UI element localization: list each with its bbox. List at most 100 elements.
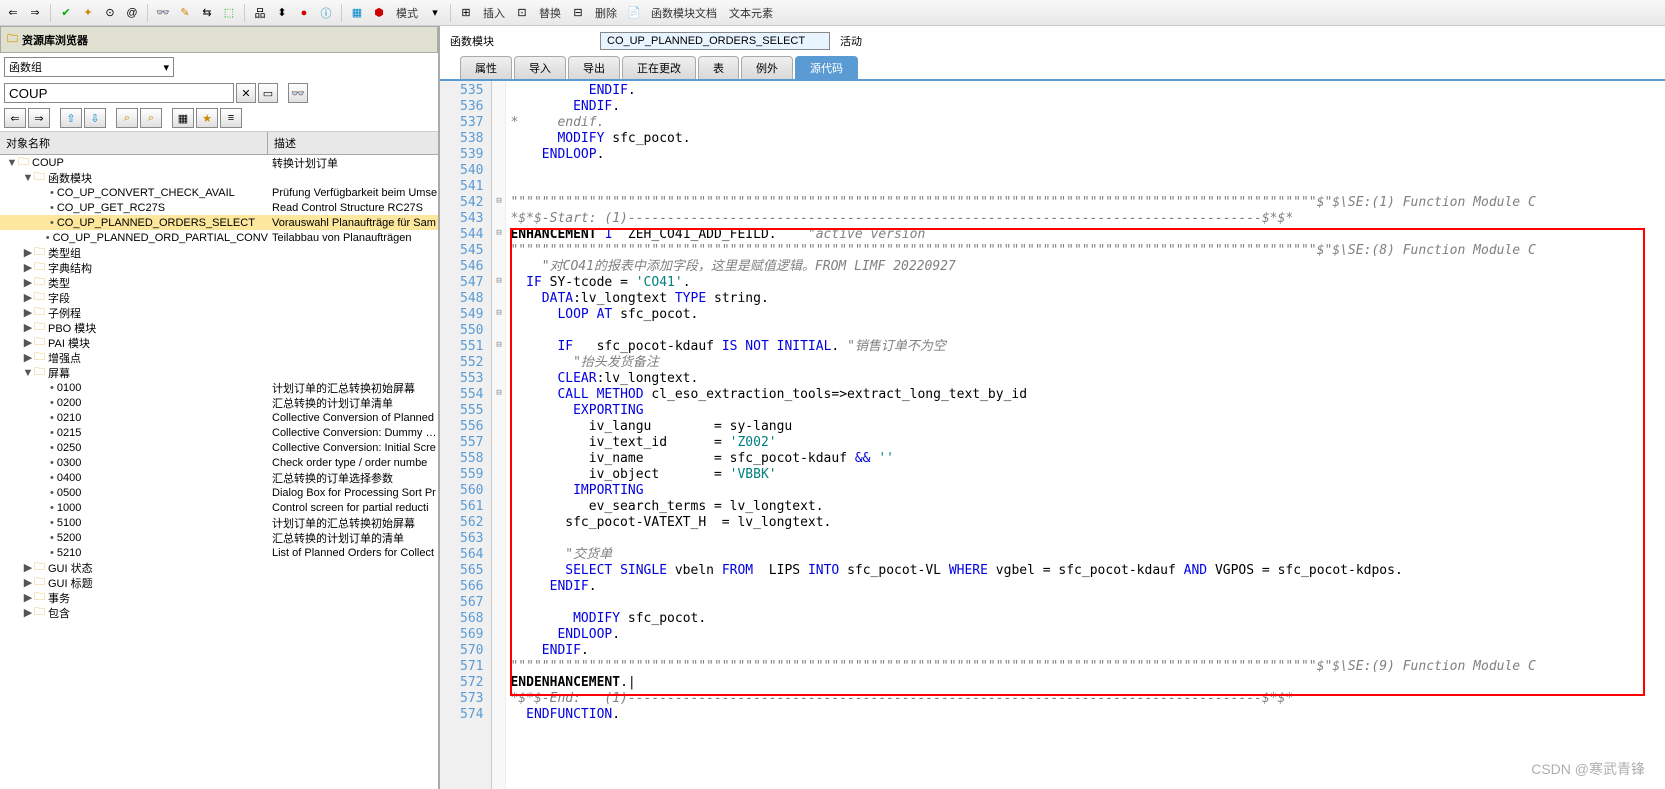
fold-mark[interactable] [492, 321, 505, 337]
code-line[interactable]: * endif. [510, 115, 1665, 131]
fold-mark[interactable] [492, 545, 505, 561]
fold-mark[interactable] [492, 81, 505, 97]
fold-mark[interactable] [492, 609, 505, 625]
tab-0[interactable]: 属性 [460, 56, 512, 79]
expand-icon[interactable]: ▼ [6, 157, 18, 169]
fold-mark[interactable]: ⊟ [492, 225, 505, 241]
search-help-icon[interactable]: ▭ [258, 83, 278, 103]
code-line[interactable]: """"""""""""""""""""""""""""""""""""""""… [510, 195, 1665, 211]
tree-row[interactable]: ▼🗀函数模块 [0, 170, 438, 185]
tree-row[interactable]: •5100计划订单的汇总转换初始屏幕 [0, 515, 438, 530]
tree-row[interactable]: •5200汇总转换的计划订单的清单 [0, 530, 438, 545]
code-line[interactable]: sfc_pocot-VATEXT_H = lv_longtext. [510, 515, 1665, 531]
code-line[interactable] [510, 595, 1665, 611]
fold-column[interactable]: ⊟⊟⊟⊟⊟⊟ [492, 81, 506, 789]
display-obj-icon[interactable]: 👓 [288, 83, 308, 103]
tree-row[interactable]: •0200汇总转换的计划订单清单 [0, 395, 438, 410]
code-line[interactable]: ENDIF. [510, 579, 1665, 595]
code-editor[interactable]: 5355365375385395405415425435445455465475… [440, 81, 1665, 789]
fold-mark[interactable] [492, 401, 505, 417]
fold-mark[interactable] [492, 593, 505, 609]
code-line[interactable]: MODIFY sfc_pocot. [510, 131, 1665, 147]
code-line[interactable]: MODIFY sfc_pocot. [510, 611, 1665, 627]
fold-mark[interactable] [492, 625, 505, 641]
fold-mark[interactable] [492, 465, 505, 481]
code-line[interactable]: ENHANCEMENT 1 ZEH_CO41_ADD_FEILD. "activ… [510, 227, 1665, 243]
code-line[interactable]: IF sfc_pocot-kdauf IS NOT INITIAL. "销售订单… [510, 339, 1665, 355]
mode-label[interactable]: 模式 [392, 5, 422, 21]
code-line[interactable]: iv_object = 'VBBK' [510, 467, 1665, 483]
delete-icon[interactable]: ⊟ [569, 4, 587, 22]
replace-icon[interactable]: ⊡ [513, 4, 531, 22]
toggle-icon[interactable]: 品 [251, 4, 269, 22]
tab-2[interactable]: 导出 [568, 56, 620, 79]
tree-refresh-icon[interactable]: ▦ [172, 108, 194, 128]
fold-mark[interactable]: ⊟ [492, 193, 505, 209]
expand-icon[interactable]: ▼ [22, 367, 34, 379]
code-line[interactable]: ENDIF. [510, 643, 1665, 659]
fold-mark[interactable] [492, 209, 505, 225]
delete-label[interactable]: 删除 [591, 5, 621, 21]
code-line[interactable]: IMPORTING [510, 483, 1665, 499]
code-line[interactable] [510, 323, 1665, 339]
enhance-icon[interactable]: ⬚ [220, 4, 238, 22]
fold-mark[interactable] [492, 129, 505, 145]
fold-mark[interactable] [492, 529, 505, 545]
tree-row[interactable]: ▼🗀屏幕 [0, 365, 438, 380]
tree-fwd-icon[interactable]: ⇒ [28, 108, 50, 128]
tree-row[interactable]: •0300Check order type / order numbe [0, 455, 438, 470]
tree-down-icon[interactable]: ⇩ [84, 108, 106, 128]
fold-mark[interactable] [492, 449, 505, 465]
fold-mark[interactable] [492, 513, 505, 529]
code-line[interactable]: CLEAR:lv_longtext. [510, 371, 1665, 387]
fold-mark[interactable] [492, 689, 505, 705]
tree-back-icon[interactable]: ⇐ [4, 108, 26, 128]
tree-find-icon[interactable]: ⌕ [116, 108, 138, 128]
code-line[interactable]: "对CO41的报表中添加字段，这里是赋值逻辑。FROM LIMF 2022092… [510, 259, 1665, 275]
tab-6[interactable]: 源代码 [795, 56, 858, 79]
fold-mark[interactable] [492, 97, 505, 113]
fold-mark[interactable] [492, 577, 505, 593]
fold-mark[interactable]: ⊟ [492, 385, 505, 401]
fndoc-label[interactable]: 函数模块文档 [647, 5, 721, 21]
object-type-select[interactable]: 函数组 ▾ [4, 57, 174, 77]
tree-row[interactable]: •0500Dialog Box for Processing Sort Pr [0, 485, 438, 500]
code-line[interactable]: "交货单 [510, 547, 1665, 563]
tree-findnext-icon[interactable]: ⌕ [140, 108, 162, 128]
fold-mark[interactable] [492, 641, 505, 657]
fold-mark[interactable] [492, 177, 505, 193]
fold-mark[interactable] [492, 257, 505, 273]
fold-mark[interactable] [492, 673, 505, 689]
code-line[interactable]: ENDLOOP. [510, 627, 1665, 643]
code-line[interactable]: DATA:lv_longtext TYPE string. [510, 291, 1665, 307]
code-line[interactable]: iv_langu = sy-langu [510, 419, 1665, 435]
tree-row[interactable]: ▶🗀包含 [0, 605, 438, 620]
clear-icon[interactable]: ✕ [236, 83, 256, 103]
tree-row[interactable]: •CO_UP_PLANNED_ORDERS_SELECTVorauswahl P… [0, 215, 438, 230]
fold-mark[interactable] [492, 561, 505, 577]
tree-row[interactable]: •0250Collective Conversion: Initial Scre [0, 440, 438, 455]
fold-mark[interactable]: ⊟ [492, 305, 505, 321]
otherobj-icon[interactable]: ⇆ [198, 4, 216, 22]
code-line[interactable]: ENDENHANCEMENT.| [510, 675, 1665, 691]
pretty-icon[interactable]: ⬢ [370, 4, 388, 22]
fm-value[interactable]: CO_UP_PLANNED_ORDERS_SELECT [600, 32, 830, 50]
tree-fav-icon[interactable]: ★ [196, 108, 218, 128]
code-line[interactable]: "抬头发货备注 [510, 355, 1665, 371]
code-line[interactable]: ENDIF. [510, 83, 1665, 99]
fold-mark[interactable] [492, 241, 505, 257]
code-line[interactable]: SELECT SINGLE vbeln FROM LIPS INTO sfc_p… [510, 563, 1665, 579]
fold-mark[interactable] [492, 705, 505, 721]
fold-mark[interactable]: ⊟ [492, 273, 505, 289]
code-line[interactable]: LOOP AT sfc_pocot. [510, 307, 1665, 323]
info-icon[interactable]: ⓘ [317, 4, 335, 22]
object-tree[interactable]: ▼🗀COUP转换计划订单▼🗀函数模块•CO_UP_CONVERT_CHECK_A… [0, 155, 438, 789]
expand-icon[interactable]: ▼ [22, 172, 34, 184]
breakpoint-icon[interactable]: ● [295, 4, 313, 22]
display-icon[interactable]: 👓 [154, 4, 172, 22]
code-line[interactable] [510, 531, 1665, 547]
tree-row[interactable]: •0400汇总转换的订单选择参数 [0, 470, 438, 485]
code-line[interactable]: """"""""""""""""""""""""""""""""""""""""… [510, 659, 1665, 675]
check-icon[interactable]: ✔ [57, 4, 75, 22]
code-line[interactable]: IF SY-tcode = 'CO41'. [510, 275, 1665, 291]
